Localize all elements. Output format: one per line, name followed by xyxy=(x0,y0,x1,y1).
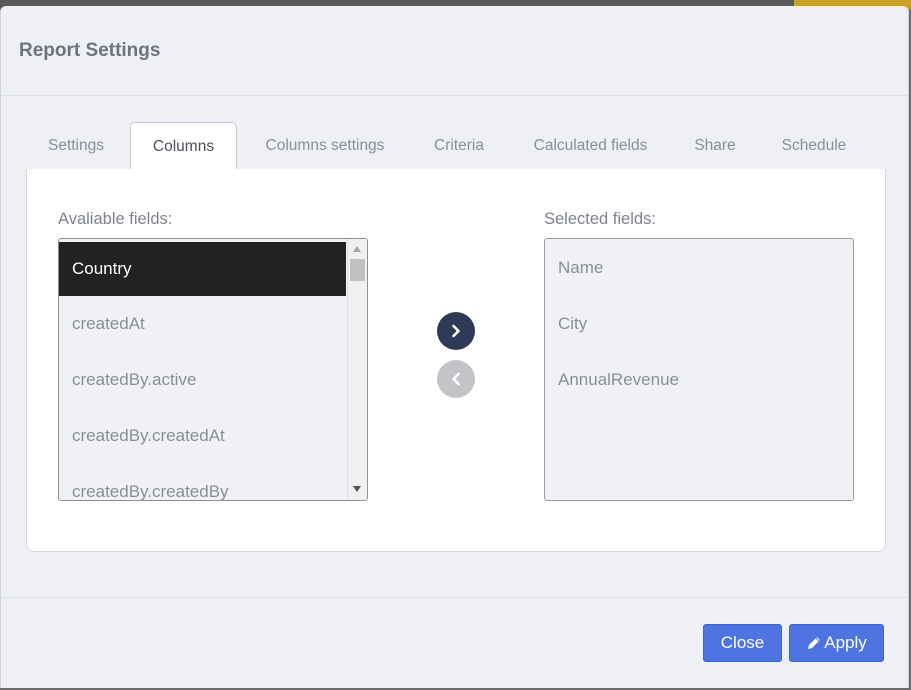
list-item[interactable]: createdBy.active xyxy=(59,353,346,407)
add-field-button[interactable] xyxy=(437,312,475,350)
apply-button-label: Apply xyxy=(824,633,867,652)
list-item[interactable]: createdBy.createdAt xyxy=(59,409,346,463)
dialog-footer-divider xyxy=(1,597,908,598)
available-fields-list[interactable]: Country createdAt createdBy.active creat… xyxy=(58,238,368,501)
list-item[interactable]: createdBy.createdBy xyxy=(59,465,346,500)
tab-bar: Settings Columns Columns settings Criter… xyxy=(26,122,886,171)
columns-panel: Avaliable fields: Country createdAt crea… xyxy=(26,169,886,552)
dialog-title: Report Settings xyxy=(19,40,161,61)
list-item[interactable]: Name xyxy=(545,241,853,295)
list-item[interactable]: Country xyxy=(59,242,346,296)
report-settings-dialog: Report Settings Settings Columns Columns… xyxy=(0,6,909,688)
close-button[interactable]: Close xyxy=(703,624,782,662)
selected-fields-list[interactable]: Name City AnnualRevenue xyxy=(544,238,854,501)
tab-columns[interactable]: Columns xyxy=(130,122,237,171)
list-scrollbar[interactable] xyxy=(347,239,367,500)
scroll-up-arrow-icon[interactable] xyxy=(353,246,361,252)
tab-settings[interactable]: Settings xyxy=(26,122,126,170)
scroll-down-arrow-icon[interactable] xyxy=(353,486,361,492)
list-item[interactable]: createdAt xyxy=(59,297,346,351)
tab-columns-settings[interactable]: Columns settings xyxy=(248,122,402,170)
scroll-thumb[interactable] xyxy=(350,259,365,281)
chevron-right-icon xyxy=(452,324,460,338)
close-button-label: Close xyxy=(720,633,765,652)
list-item[interactable]: City xyxy=(545,297,853,351)
list-item[interactable]: AnnualRevenue xyxy=(545,353,853,407)
tab-calculated-fields[interactable]: Calculated fields xyxy=(518,122,663,170)
available-fields-label: Avaliable fields: xyxy=(58,210,173,228)
pencil-icon xyxy=(806,635,822,651)
tab-criteria[interactable]: Criteria xyxy=(422,122,496,170)
dialog-header: Report Settings xyxy=(1,6,908,96)
chevron-left-icon xyxy=(452,372,460,386)
tab-share[interactable]: Share xyxy=(684,122,746,170)
tab-schedule[interactable]: Schedule xyxy=(770,122,858,170)
apply-button[interactable]: Apply xyxy=(789,624,884,662)
remove-field-button[interactable] xyxy=(437,360,475,398)
selected-fields-label: Selected fields: xyxy=(544,210,656,228)
